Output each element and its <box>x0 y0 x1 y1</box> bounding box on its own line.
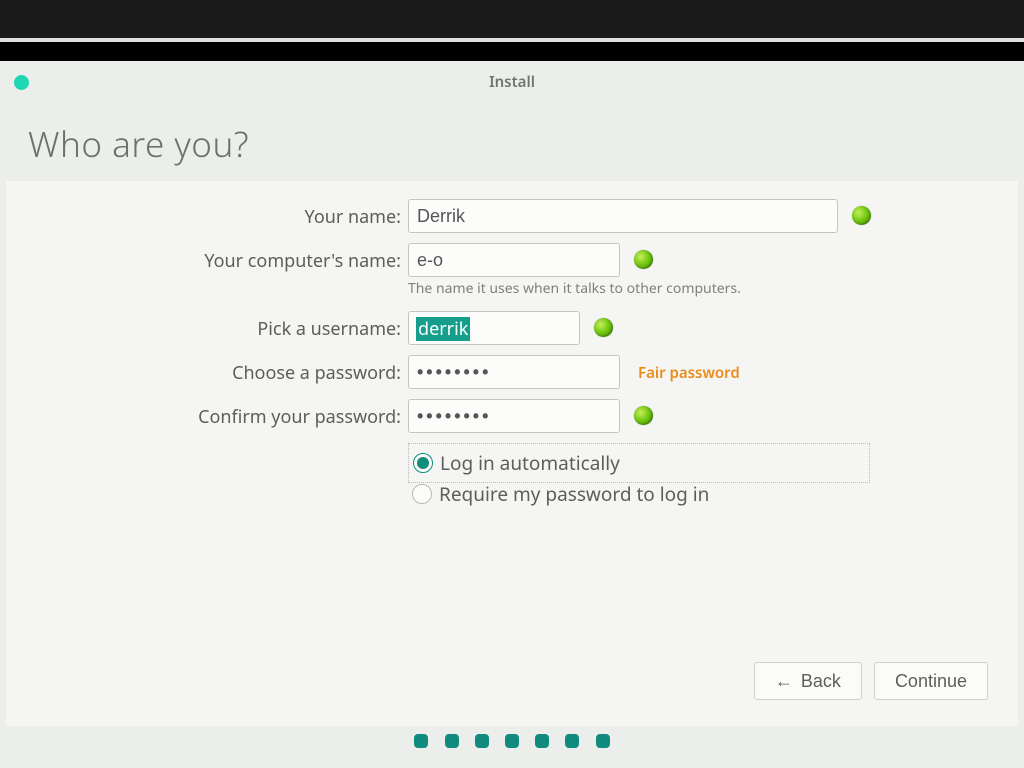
pager-dot <box>535 734 549 748</box>
confirm-valid-icon <box>634 406 653 425</box>
row-computer: Your computer's name: The name it uses w… <box>6 243 1018 311</box>
computer-name-input[interactable] <box>408 243 620 277</box>
wizard-buttons: ← Back Continue <box>754 662 988 700</box>
label-computer: Your computer's name: <box>6 243 401 279</box>
window-title: Install <box>489 72 535 92</box>
pager-dot <box>565 734 579 748</box>
installer-window: Install Who are you? Your name: Your com… <box>0 61 1024 768</box>
password-strength-label: Fair password <box>638 363 740 383</box>
user-form: Your name: Your computer's name: The nam… <box>6 199 1018 515</box>
page-title: Who are you? <box>28 121 249 168</box>
label-name: Your name: <box>6 199 401 235</box>
row-password: Choose a password: Fair password <box>6 355 1018 399</box>
pager-dot <box>475 734 489 748</box>
label-password: Choose a password: <box>6 355 401 391</box>
label-username: Pick a username: <box>6 311 401 347</box>
progress-pager <box>0 731 1024 753</box>
label-confirm: Confirm your password: <box>6 399 401 435</box>
name-valid-icon <box>852 206 871 225</box>
radio-auto-label: Log in automatically <box>440 450 620 476</box>
username-selected-text: derrik <box>416 317 470 341</box>
continue-button[interactable]: Continue <box>874 662 988 700</box>
password-input[interactable] <box>408 355 620 389</box>
pager-dot <box>445 734 459 748</box>
row-username: Pick a username: derrik <box>6 311 1018 355</box>
desktop-top-bar <box>0 0 1024 38</box>
computer-valid-icon <box>634 250 653 269</box>
pager-dot <box>505 734 519 748</box>
radio-require-label: Require my password to log in <box>439 481 709 507</box>
login-auto-option[interactable]: Log in automatically <box>408 443 870 483</box>
continue-button-label: Continue <box>895 671 967 692</box>
back-button-label: Back <box>801 671 841 692</box>
back-arrow-icon: ← <box>775 671 793 692</box>
pager-dot <box>596 734 610 748</box>
computer-name-hint: The name it uses when it talks to other … <box>408 279 741 298</box>
name-input[interactable] <box>408 199 838 233</box>
pager-dot <box>414 734 428 748</box>
row-name: Your name: <box>6 199 1018 243</box>
confirm-password-input[interactable] <box>408 399 620 433</box>
form-panel: Your name: Your computer's name: The nam… <box>6 181 1018 726</box>
window-titlebar: Install <box>0 61 1024 103</box>
radio-require-icon <box>412 484 432 504</box>
window-accent-dot <box>14 75 29 90</box>
row-confirm: Confirm your password: <box>6 399 1018 443</box>
login-require-option[interactable]: Require my password to log in <box>408 479 870 509</box>
back-button[interactable]: ← Back <box>754 662 862 700</box>
username-valid-icon <box>594 318 613 337</box>
row-login-auto: Log in automatically <box>6 443 1018 479</box>
row-login-require: Require my password to log in <box>6 479 1018 515</box>
desktop-top-bar-shadow <box>0 42 1024 61</box>
radio-auto-icon <box>413 453 433 473</box>
